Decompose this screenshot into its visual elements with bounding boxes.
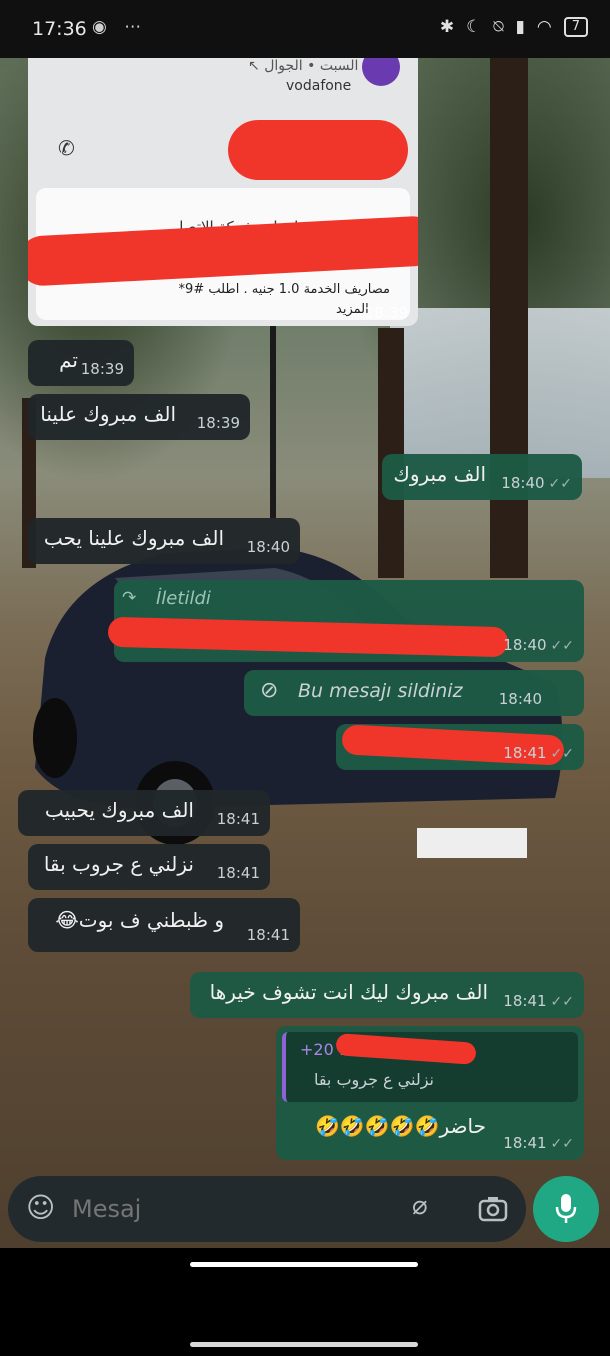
message-time: 18:39	[196, 414, 240, 432]
redaction-mark	[107, 616, 509, 658]
message-time: 18:40	[246, 538, 290, 556]
message-text: الف مبروك علينا	[40, 402, 176, 426]
chat-area[interactable]: ↖ السبت • الجوال vodafone ✆ معلومات شركة…	[0, 58, 610, 1248]
outgoing-reply-message[interactable]: +20 12 نزلني ع جروب بقا حاضر🤣🤣🤣🤣🤣 18:41 ✓…	[276, 1026, 584, 1160]
phone-icon: ✆	[58, 136, 75, 160]
incoming-message[interactable]: تم 18:39	[28, 340, 134, 386]
message-time: 18:41 ✓✓	[503, 1134, 574, 1152]
image-message[interactable]: ↖ السبت • الجوال vodafone ✆ معلومات شركة…	[28, 58, 418, 326]
quoted-text: نزلني ع جروب بقا	[313, 1070, 434, 1089]
message-time: 18:40	[498, 690, 542, 708]
double-check-icon: ✓✓	[550, 1136, 574, 1152]
card-text: مصاريف الخدمة 1.0 جنيه . اطلب #9*	[178, 282, 390, 297]
wallpaper-tree	[490, 58, 528, 578]
message-text: نزلني ع جروب بقا	[43, 852, 194, 876]
home-indicator[interactable]	[190, 1342, 418, 1347]
operator-line: ↖ السبت • الجوال	[248, 58, 359, 74]
message-time: 18:41	[246, 926, 290, 944]
camera-icon[interactable]	[478, 1195, 508, 1223]
status-bar: 17:36 ◉ ⋯ ✱ ☾ ⍉ ▮ ◠ 7	[0, 0, 610, 58]
outgoing-message[interactable]: الف مبروك 18:40 ✓✓	[382, 454, 582, 500]
double-check-icon: ✓✓	[548, 476, 572, 492]
deleted-message[interactable]: ⊘ Bu mesajı sildiniz 18:40	[244, 670, 584, 716]
wifi-icon: ◠	[536, 17, 552, 37]
home-indicator[interactable]	[190, 1262, 418, 1267]
wallpaper-tree	[270, 318, 276, 518]
blocked-icon: ⊘	[260, 678, 279, 703]
incoming-message[interactable]: الف مبروك علينا 18:39	[28, 394, 250, 440]
mute-icon: ⍉	[493, 17, 504, 37]
message-time: 18:39	[364, 304, 408, 322]
microphone-icon	[555, 1194, 577, 1223]
outgoing-message[interactable]: الف مبروك ليك انت تشوف خيرها 18:41 ✓✓	[190, 972, 584, 1018]
double-check-icon: ✓✓	[550, 638, 574, 654]
message-time: 18:39	[80, 360, 124, 378]
outgoing-message[interactable]: ↷ İletildi 18:40 ✓✓	[107, 580, 584, 662]
forwarded-label: İletildi	[156, 588, 211, 609]
battery-icon: 7	[563, 17, 588, 37]
message-input-bar[interactable]: ☺ ⌀	[8, 1176, 526, 1242]
message-text: الف مبروك ليك انت تشوف خيرها	[209, 980, 488, 1004]
message-text: الف مبروك علينا يحب	[43, 526, 224, 550]
paperclip-icon[interactable]: ⌀	[412, 1191, 428, 1221]
outgoing-message[interactable]: 18:41 ✓✓	[336, 724, 584, 770]
forward-arrow-icon: ↷	[122, 588, 137, 608]
message-time: 18:41 ✓✓	[503, 744, 574, 762]
redaction-mark	[335, 1033, 477, 1065]
incoming-message[interactable]: نزلني ع جروب بقا 18:41	[28, 844, 270, 890]
message-input[interactable]	[70, 1188, 394, 1230]
message-time: 18:41 ✓✓	[503, 992, 574, 1010]
emoji-icon[interactable]: ☺	[26, 1191, 55, 1224]
message-text: تم	[59, 348, 78, 372]
deleted-text: Bu mesajı sildiniz	[298, 680, 463, 702]
message-time: 18:41	[216, 810, 260, 828]
quoted-message[interactable]: +20 12 نزلني ع جروب بقا	[282, 1032, 578, 1102]
message-text: الف مبروك يحبيب	[44, 798, 194, 822]
notification-icons: ◉ ⋯	[92, 17, 148, 37]
navigation-bar	[0, 1248, 610, 1356]
incoming-message[interactable]: الف مبروك علينا يحب 18:40	[28, 518, 300, 564]
status-time: 17:36	[32, 18, 87, 40]
message-text: الف مبروك	[393, 462, 486, 486]
double-check-icon: ✓✓	[550, 994, 574, 1010]
operator-name: vodafone	[286, 78, 352, 94]
status-icons: ✱ ☾ ⍉ ▮ ◠ 7	[440, 17, 588, 37]
signal-icon: ▮	[515, 17, 525, 37]
incoming-message[interactable]: و ظبطني ف بوت😂 18:41	[28, 898, 300, 952]
redaction-mark	[228, 120, 408, 180]
message-time: 18:40 ✓✓	[503, 636, 574, 654]
message-time: 18:41	[216, 864, 260, 882]
incoming-message[interactable]: الف مبروك يحبيب 18:41	[18, 790, 270, 836]
bluetooth-icon: ✱	[439, 17, 455, 37]
message-text: حاضر🤣🤣🤣🤣🤣	[315, 1114, 486, 1138]
microphone-button[interactable]	[533, 1176, 599, 1242]
profile-avatar	[362, 58, 400, 86]
moon-icon: ☾	[466, 17, 482, 37]
message-text: و ظبطني ف بوت😂	[55, 908, 224, 932]
double-check-icon: ✓✓	[550, 746, 574, 762]
message-time: 18:40 ✓✓	[501, 474, 572, 492]
